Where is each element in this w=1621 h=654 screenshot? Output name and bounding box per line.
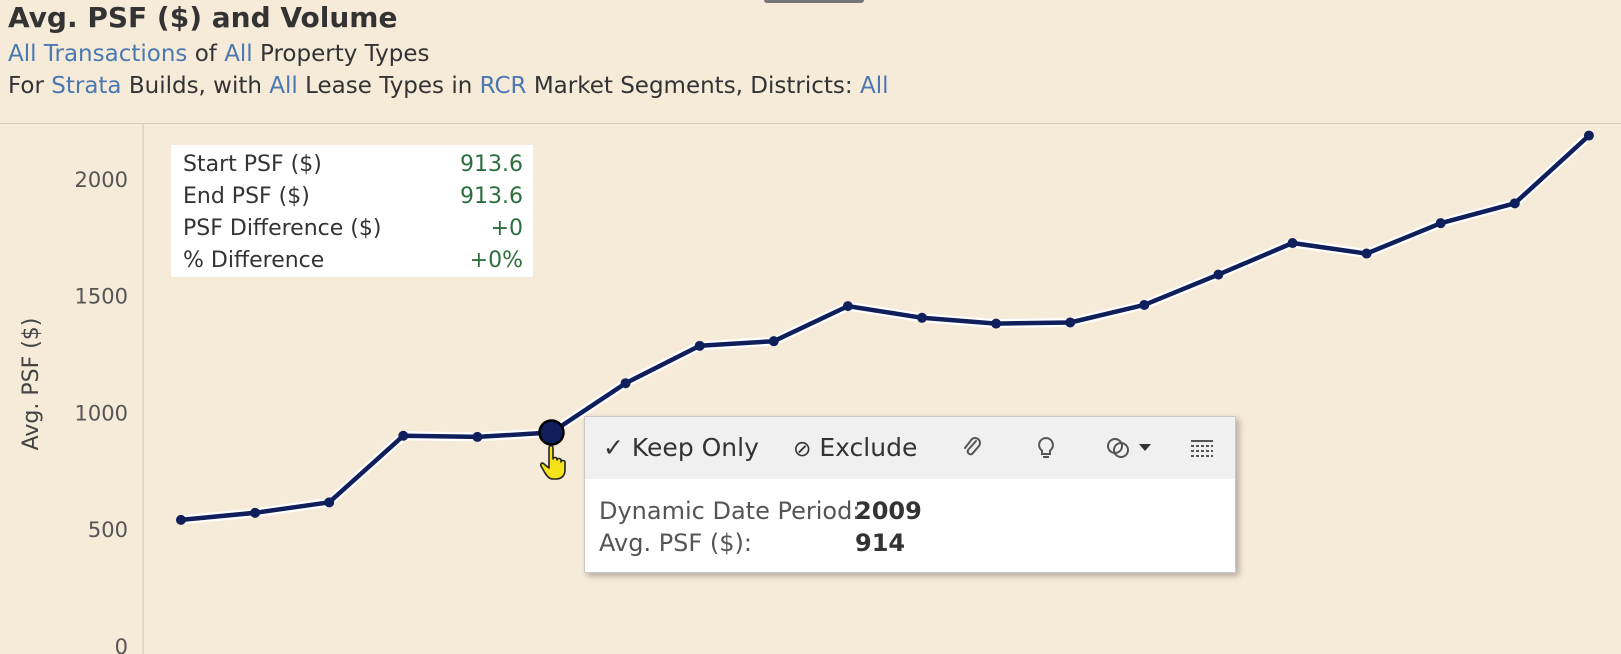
y-tick-label: 0 xyxy=(115,635,128,654)
data-point[interactable] xyxy=(472,431,483,442)
summary-row: Start PSF ($) 913.6 xyxy=(183,149,523,181)
tooltip-key: Avg. PSF ($): xyxy=(599,529,752,557)
summary-row: PSF Difference ($) +0 xyxy=(183,213,523,245)
tooltip-row: Dynamic Date Period: 2009 xyxy=(599,495,922,527)
top-tab-handle[interactable] xyxy=(764,0,864,3)
subtitle-line-1: All Transactions of All Property Types xyxy=(8,41,430,67)
exclude-button[interactable]: ⊘ Exclude xyxy=(793,417,917,479)
data-point[interactable] xyxy=(176,514,186,525)
summary-label: Start PSF ($) xyxy=(183,152,322,177)
tooltip-key: Dynamic Date Period: xyxy=(599,497,861,525)
transactions-filter-link[interactable]: All Transactions xyxy=(8,41,187,67)
data-point[interactable] xyxy=(991,318,1002,329)
summary-value: +0 xyxy=(490,216,523,241)
data-point[interactable] xyxy=(1139,299,1150,310)
data-point[interactable] xyxy=(1065,317,1076,328)
data-point[interactable] xyxy=(694,340,705,351)
view-data-icon[interactable] xyxy=(1189,435,1215,461)
summary-label: PSF Difference ($) xyxy=(183,216,382,241)
lightbulb-icon[interactable] xyxy=(1033,435,1059,461)
summary-label: % Difference xyxy=(183,248,325,273)
lease-types-filter-link[interactable]: All xyxy=(269,73,298,99)
summary-label: End PSF ($) xyxy=(183,184,310,209)
data-point[interactable] xyxy=(842,301,853,312)
data-point[interactable] xyxy=(1583,130,1594,141)
data-point[interactable] xyxy=(1361,248,1372,259)
y-axis-label: Avg. PSF ($) xyxy=(19,318,44,451)
data-point[interactable] xyxy=(1435,218,1446,229)
summary-value: 913.6 xyxy=(460,184,523,209)
tooltip-value: 2009 xyxy=(855,497,922,525)
summary-row: End PSF ($) 913.6 xyxy=(183,181,523,213)
y-ticks: 0 500 1000 1500 2000 xyxy=(75,168,128,654)
y-tick-label: 500 xyxy=(88,518,128,542)
data-point[interactable] xyxy=(768,336,779,347)
tooltip-toolbar: ✓ Keep Only ⊘ Exclude xyxy=(585,417,1235,479)
data-point-tooltip: ✓ Keep Only ⊘ Exclude Dynamic Date Perio… xyxy=(584,416,1236,573)
page-title: Avg. PSF ($) and Volume xyxy=(8,1,398,34)
check-icon: ✓ xyxy=(603,433,624,462)
psf-summary-box: Start PSF ($) 913.6 End PSF ($) 913.6 PS… xyxy=(171,145,533,277)
keep-only-button[interactable]: ✓ Keep Only xyxy=(603,417,759,479)
subtitle-line-2: For Strata Builds, with All Lease Types … xyxy=(8,73,889,99)
group-members-icon[interactable] xyxy=(1105,435,1131,461)
builds-filter-link[interactable]: Strata xyxy=(51,73,121,99)
tooltip-row: Avg. PSF ($): 914 xyxy=(599,527,905,559)
chevron-down-icon[interactable] xyxy=(1138,441,1152,455)
tooltip-value: 914 xyxy=(855,529,906,557)
property-types-filter-link[interactable]: All xyxy=(224,41,253,67)
data-point[interactable] xyxy=(620,378,631,389)
data-point-selected[interactable] xyxy=(538,419,565,446)
data-point[interactable] xyxy=(917,312,927,323)
y-tick-label: 2000 xyxy=(75,168,128,192)
data-point[interactable] xyxy=(1287,238,1298,249)
y-tick-label: 1000 xyxy=(75,401,128,425)
y-tick-label: 1500 xyxy=(75,285,128,309)
summary-value: 913.6 xyxy=(460,152,523,177)
paperclip-icon[interactable] xyxy=(960,435,986,461)
data-point[interactable] xyxy=(324,497,335,508)
summary-value: +0% xyxy=(469,248,523,273)
data-point[interactable] xyxy=(1509,198,1520,209)
market-segment-filter-link[interactable]: RCR xyxy=(480,73,527,99)
data-point[interactable] xyxy=(398,430,409,441)
exclude-icon: ⊘ xyxy=(793,437,812,462)
data-point[interactable] xyxy=(250,507,261,518)
districts-filter-link[interactable]: All xyxy=(860,73,889,99)
data-point[interactable] xyxy=(1213,269,1224,280)
summary-row: % Difference +0% xyxy=(183,245,523,277)
hand-pointer-icon xyxy=(540,444,566,480)
